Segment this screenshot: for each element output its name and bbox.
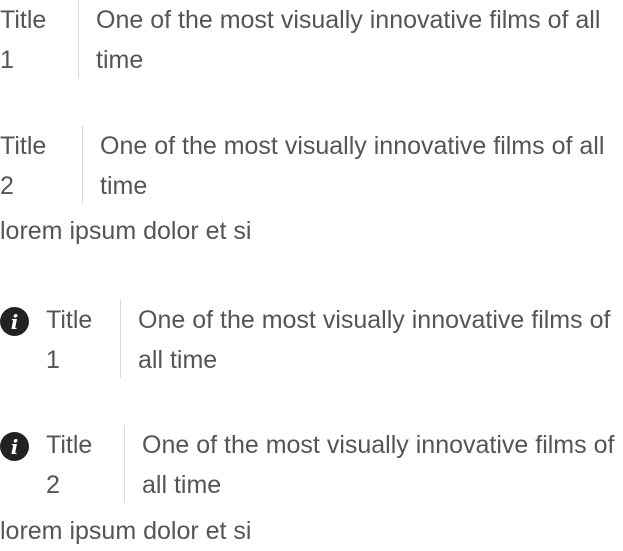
footer-text: lorem ipsum dolor et si <box>0 217 252 245</box>
description-item-with-icon: i Title 1 One of the most visually innov… <box>0 300 621 380</box>
info-icon: i <box>0 432 29 461</box>
item-title: Title 2 <box>46 425 125 503</box>
info-icon: i <box>0 307 29 336</box>
item-title: Title 2 <box>0 126 83 204</box>
description-item-with-icon: i Title 2 One of the most visually innov… <box>0 425 623 505</box>
item-description: One of the most visually innovative film… <box>142 431 615 499</box>
description-item: Title 1 One of the most visually innovat… <box>0 0 623 80</box>
item-description: One of the most visually innovative film… <box>100 132 605 200</box>
footer-text: lorem ipsum dolor et si <box>0 517 252 545</box>
description-item: Title 2 One of the most visually innovat… <box>0 126 623 206</box>
item-title: Title 1 <box>0 0 79 78</box>
item-description: One of the most visually innovative film… <box>138 306 611 374</box>
item-description: One of the most visually innovative film… <box>96 6 601 74</box>
item-title: Title 1 <box>46 300 121 378</box>
